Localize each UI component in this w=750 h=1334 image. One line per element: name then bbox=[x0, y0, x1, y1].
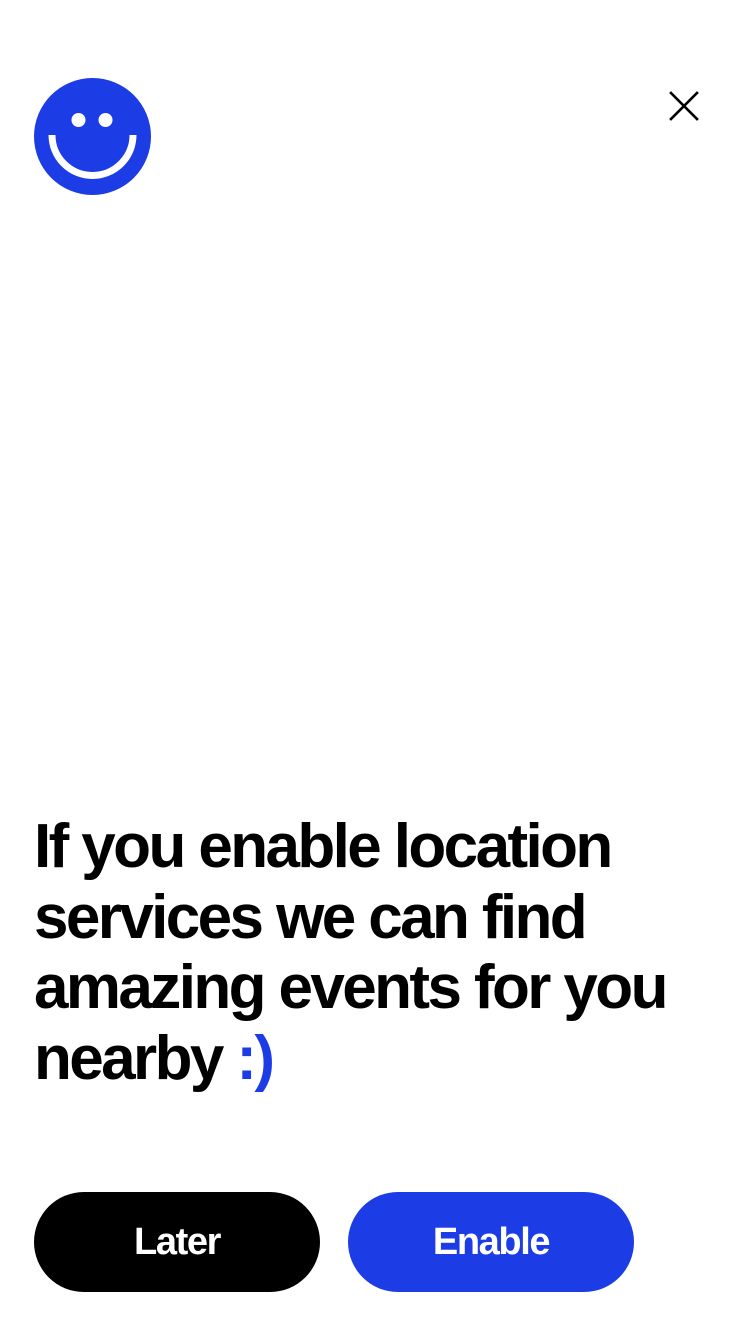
smiley-face-icon bbox=[34, 78, 151, 195]
later-button[interactable]: Later bbox=[34, 1192, 320, 1292]
close-icon bbox=[669, 91, 699, 121]
location-prompt-heading: If you enable location services we can f… bbox=[34, 812, 734, 1094]
location-prompt-text: If you enable location services we can f… bbox=[34, 812, 668, 1093]
enable-button[interactable]: Enable bbox=[348, 1192, 634, 1292]
close-button[interactable] bbox=[662, 84, 706, 128]
smiley-emoticon: :) bbox=[236, 1023, 275, 1093]
